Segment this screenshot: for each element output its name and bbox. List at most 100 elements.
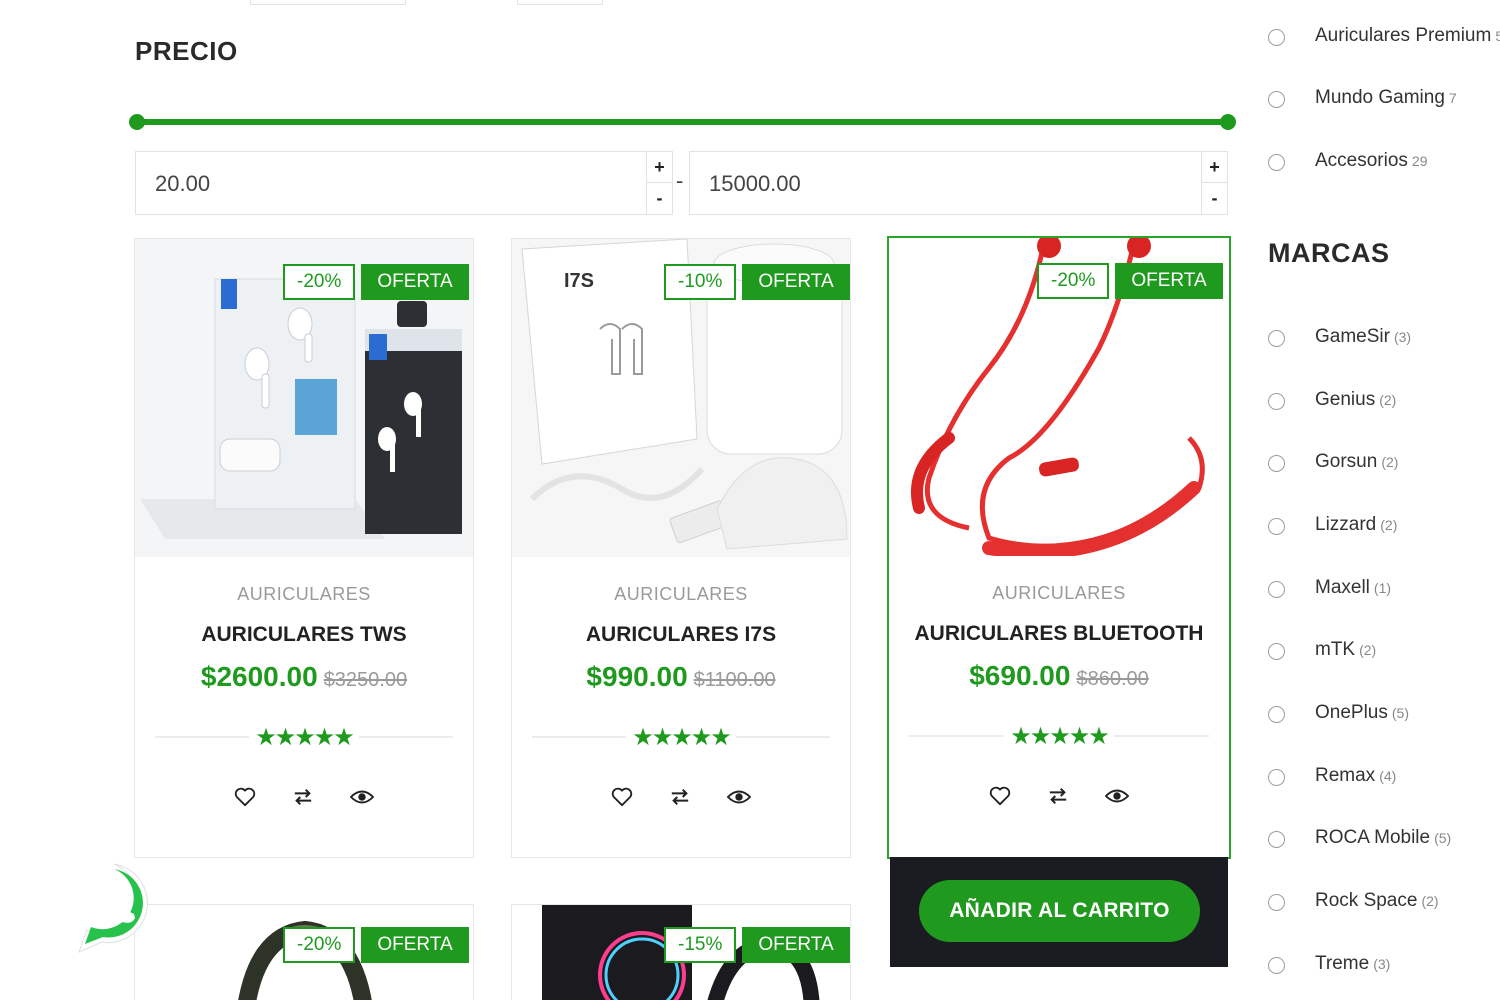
brand-label[interactable]: OnePlus	[1315, 702, 1388, 723]
brand-filter-item[interactable]: Genius (2)	[1268, 389, 1396, 410]
category-label[interactable]: Accesorios	[1315, 150, 1408, 171]
eye-icon[interactable]	[350, 787, 374, 807]
radio-button[interactable]	[1268, 518, 1285, 535]
product-card[interactable]: -20% OFERTA AURICULARES AURICULARES TWS …	[134, 238, 474, 858]
price-max-field[interactable]: 15000.00 + -	[689, 151, 1228, 215]
rating-stars: ★★★★★	[249, 724, 359, 751]
brand-count: (2)	[1359, 642, 1377, 658]
price-min-increment[interactable]: +	[647, 152, 672, 183]
radio-button[interactable]	[1268, 154, 1285, 171]
product-price: $990.00 $1100.00	[512, 661, 850, 693]
brand-label[interactable]: ROCA Mobile	[1315, 827, 1430, 848]
brand-label[interactable]: Gorsun	[1315, 451, 1377, 472]
add-to-cart-bar: AÑADIR AL CARRITO	[890, 857, 1228, 967]
brand-count: (5)	[1391, 705, 1409, 721]
sale-badge: OFERTA	[742, 264, 850, 300]
brand-count: (2)	[1381, 454, 1399, 470]
top-border-stub	[250, 0, 406, 5]
category-filter-item[interactable]: Accesorios 29	[1268, 150, 1428, 171]
heart-icon[interactable]	[234, 787, 256, 807]
radio-button[interactable]	[1268, 91, 1285, 108]
radio-button[interactable]	[1268, 643, 1285, 660]
top-border-stub	[517, 0, 603, 5]
heart-icon[interactable]	[611, 787, 633, 807]
brand-filter-item[interactable]: Rock Space (2)	[1268, 890, 1439, 911]
brand-filter-item[interactable]: mTK (2)	[1268, 639, 1376, 660]
brand-filter-item[interactable]: ROCA Mobile (5)	[1268, 827, 1451, 848]
brand-filter-item[interactable]: Remax (4)	[1268, 765, 1396, 786]
radio-button[interactable]	[1268, 330, 1285, 347]
price-max-stepper[interactable]: + -	[1201, 152, 1227, 214]
price-max-value[interactable]: 15000.00	[709, 171, 801, 197]
price-max-decrement[interactable]: -	[1202, 183, 1227, 214]
current-price: $2600.00	[200, 661, 318, 692]
brand-label[interactable]: Genius	[1315, 389, 1375, 410]
discount-badge: -20%	[283, 927, 356, 963]
brand-label[interactable]: Treme	[1315, 953, 1369, 974]
radio-button[interactable]	[1268, 393, 1285, 410]
discount-badge: -15%	[664, 927, 737, 963]
radio-button[interactable]	[1268, 706, 1285, 723]
category-label[interactable]: Auriculares Premium	[1315, 25, 1491, 46]
radio-button[interactable]	[1268, 831, 1285, 848]
product-name[interactable]: AURICULARES TWS	[135, 623, 473, 647]
price-min-value[interactable]: 20.00	[155, 171, 210, 197]
brand-label[interactable]: Remax	[1315, 765, 1375, 786]
radio-button[interactable]	[1268, 957, 1285, 974]
eye-icon[interactable]	[727, 787, 751, 807]
product-name[interactable]: AURICULARES BLUETOOTH	[889, 622, 1229, 646]
brand-filter-item[interactable]: Gorsun (2)	[1268, 451, 1398, 472]
brand-filter-item[interactable]: Maxell (1)	[1268, 577, 1391, 598]
brand-count: (2)	[1421, 893, 1439, 909]
product-category[interactable]: AURICULARES	[889, 583, 1229, 604]
brand-filter-item[interactable]: OnePlus (5)	[1268, 702, 1409, 723]
price-max-increment[interactable]: +	[1202, 152, 1227, 183]
price-range-separator: -	[676, 168, 684, 193]
compare-icon[interactable]	[669, 787, 691, 807]
radio-button[interactable]	[1268, 769, 1285, 786]
radio-button[interactable]	[1268, 455, 1285, 472]
radio-button[interactable]	[1268, 581, 1285, 598]
old-price: $860.00	[1076, 668, 1149, 690]
product-card[interactable]: -20% OFERTA	[134, 904, 474, 1000]
discount-badge: -10%	[664, 264, 737, 300]
price-range-track[interactable]	[137, 119, 1227, 125]
product-card[interactable]: -20% OFERTA AURICULARES AURICULARES BLUE…	[887, 236, 1231, 859]
product-card[interactable]: -15% OFERTA	[511, 904, 851, 1000]
whatsapp-icon[interactable]	[75, 860, 153, 954]
price-min-decrement[interactable]: -	[647, 183, 672, 214]
price-max-handle[interactable]	[1220, 114, 1236, 130]
heart-icon[interactable]	[989, 786, 1011, 806]
brand-label[interactable]: mTK	[1315, 639, 1355, 660]
compare-icon[interactable]	[1047, 786, 1069, 806]
compare-icon[interactable]	[292, 787, 314, 807]
eye-icon[interactable]	[1105, 786, 1129, 806]
product-name[interactable]: AURICULARES I7S	[512, 623, 850, 647]
price-min-field[interactable]: 20.00 + -	[135, 151, 673, 215]
product-price: $690.00 $860.00	[889, 660, 1229, 692]
radio-button[interactable]	[1268, 29, 1285, 46]
brand-label[interactable]: GameSir	[1315, 326, 1390, 347]
old-price: $1100.00	[693, 669, 776, 691]
category-filter-item[interactable]: Mundo Gaming 7	[1268, 87, 1457, 108]
price-min-handle[interactable]	[129, 114, 145, 130]
product-card[interactable]: I7S -10% OFERTA AURICULARES AURICULARES …	[511, 238, 851, 858]
radio-button[interactable]	[1268, 894, 1285, 911]
star-rating: ★★★★★	[512, 723, 850, 752]
current-price: $990.00	[586, 661, 688, 692]
brands-title: MARCAS	[1268, 238, 1390, 268]
category-label[interactable]: Mundo Gaming	[1315, 87, 1445, 108]
brand-filter-item[interactable]: Lizzard (2)	[1268, 514, 1397, 535]
brand-count: (1)	[1373, 580, 1392, 596]
add-to-cart-button[interactable]: AÑADIR AL CARRITO	[919, 880, 1200, 942]
brand-label[interactable]: Maxell	[1315, 577, 1370, 598]
discount-badge: -20%	[283, 264, 356, 300]
product-category[interactable]: AURICULARES	[135, 584, 473, 605]
product-category[interactable]: AURICULARES	[512, 584, 850, 605]
brand-filter-item[interactable]: GameSir (3)	[1268, 326, 1411, 347]
brand-filter-item[interactable]: Treme (3)	[1268, 953, 1390, 974]
category-filter-item[interactable]: Auriculares Premium 5	[1268, 25, 1500, 46]
brand-label[interactable]: Lizzard	[1315, 514, 1376, 535]
price-min-stepper[interactable]: + -	[646, 152, 672, 214]
brand-label[interactable]: Rock Space	[1315, 890, 1417, 911]
